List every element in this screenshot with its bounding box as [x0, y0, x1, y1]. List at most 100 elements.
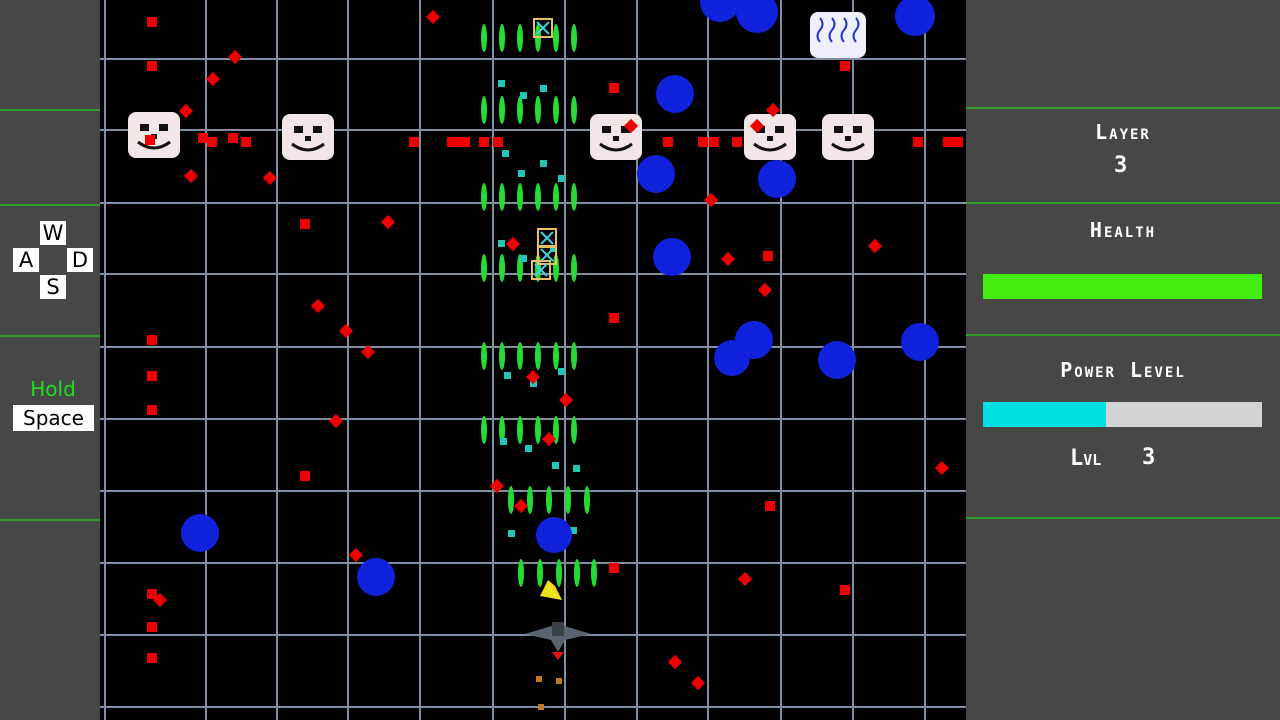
player-shot	[553, 24, 559, 52]
enemy-bullet	[840, 61, 850, 71]
player-shot	[517, 416, 523, 444]
enemy-bullet	[300, 219, 310, 229]
skull-nose	[767, 136, 773, 141]
player-shot	[584, 486, 590, 514]
player-shot	[481, 254, 487, 282]
divider	[0, 109, 100, 111]
blue-blob	[700, 0, 740, 22]
divider	[0, 519, 100, 521]
enemy-bullet	[609, 563, 619, 573]
divider	[0, 335, 100, 337]
blue-blob	[181, 514, 219, 552]
enemy-bullet	[609, 313, 619, 323]
particle	[540, 85, 547, 92]
key-w: W	[40, 221, 66, 245]
enemy-bullet	[147, 653, 157, 663]
skull-eye	[834, 126, 843, 133]
game-playfield[interactable]	[100, 0, 966, 720]
layer-label: Layer	[1095, 120, 1151, 144]
player-shot	[518, 559, 524, 587]
enemy-bullet	[207, 137, 217, 147]
particle	[500, 438, 507, 445]
enemy-bullet	[525, 369, 541, 385]
enemy-bullet	[147, 622, 157, 632]
key-s: S	[40, 275, 66, 299]
blue-blob	[653, 238, 691, 276]
power-bar-fill	[983, 402, 1106, 427]
skull-eye	[853, 126, 862, 133]
player-shot	[535, 183, 541, 211]
power-bar	[983, 402, 1262, 427]
particle	[558, 368, 565, 375]
particle	[540, 160, 547, 167]
enemy-bullet	[763, 251, 773, 261]
particle	[504, 372, 511, 379]
skull-eye	[313, 126, 322, 133]
player-shot	[553, 96, 559, 124]
enemy-bullet	[737, 571, 753, 587]
exhaust-particle	[536, 676, 542, 682]
particle	[498, 80, 505, 87]
level-value: 3	[1142, 445, 1156, 470]
health-label: Health	[1089, 218, 1157, 242]
hud-panel: Layer 3 Health Power Level Lvl 3	[966, 0, 1280, 720]
enemy-bullet	[147, 17, 157, 27]
player-shot	[553, 342, 559, 370]
enemy-bullet	[328, 413, 344, 429]
enemy-bullet	[460, 137, 470, 147]
skull-nose	[613, 136, 619, 141]
skull-nose	[305, 136, 311, 141]
player-shot	[535, 342, 541, 370]
blue-blob	[714, 340, 750, 376]
divider	[966, 107, 1280, 109]
player-shot	[517, 342, 523, 370]
particle	[520, 255, 527, 262]
enemy-bullet	[867, 238, 883, 254]
blue-blob	[637, 155, 675, 193]
enemy-bullet	[709, 137, 719, 147]
blue-blob	[895, 0, 935, 36]
enemy-bullet	[241, 137, 251, 147]
enemy-bullet	[228, 133, 238, 143]
enemy-bullet	[943, 137, 953, 147]
key-a: A	[13, 248, 39, 272]
enemy-bullet	[227, 49, 243, 65]
player-shot	[481, 183, 487, 211]
particle	[502, 150, 509, 157]
enemy-bullet	[183, 168, 199, 184]
skull-nose	[845, 136, 851, 141]
enemy-bullet	[505, 236, 521, 252]
enemy-bullet	[479, 137, 489, 147]
player-shot	[481, 342, 487, 370]
enemy-bullet	[262, 170, 278, 186]
divider	[966, 517, 1280, 519]
enemy-bullet	[198, 133, 208, 143]
particle	[552, 462, 559, 469]
enemy-bullet	[147, 61, 157, 71]
health-bar	[983, 274, 1262, 299]
particle	[573, 465, 580, 472]
player-shot	[571, 342, 577, 370]
player-shot	[571, 254, 577, 282]
player-shot	[556, 559, 562, 587]
level-label: Lvl	[1070, 446, 1102, 471]
player-shot	[571, 416, 577, 444]
skull-eye	[140, 124, 149, 131]
enemy-bullet	[493, 137, 503, 147]
exhaust-particle	[556, 678, 562, 684]
enemy-bullet	[338, 323, 354, 339]
health-bar-fill	[983, 274, 1262, 299]
player-shot	[553, 183, 559, 211]
blue-blob	[536, 517, 572, 553]
player-shot	[535, 416, 541, 444]
blue-blob	[901, 323, 939, 361]
target-cross	[540, 231, 554, 245]
enemy-bullet	[703, 192, 719, 208]
space-key: Space	[13, 405, 94, 431]
blue-blob	[736, 0, 778, 33]
player-shot	[546, 486, 552, 514]
player-shot	[571, 24, 577, 52]
blue-blob	[758, 160, 796, 198]
particle	[558, 175, 565, 182]
player-ship-thruster	[552, 652, 564, 660]
